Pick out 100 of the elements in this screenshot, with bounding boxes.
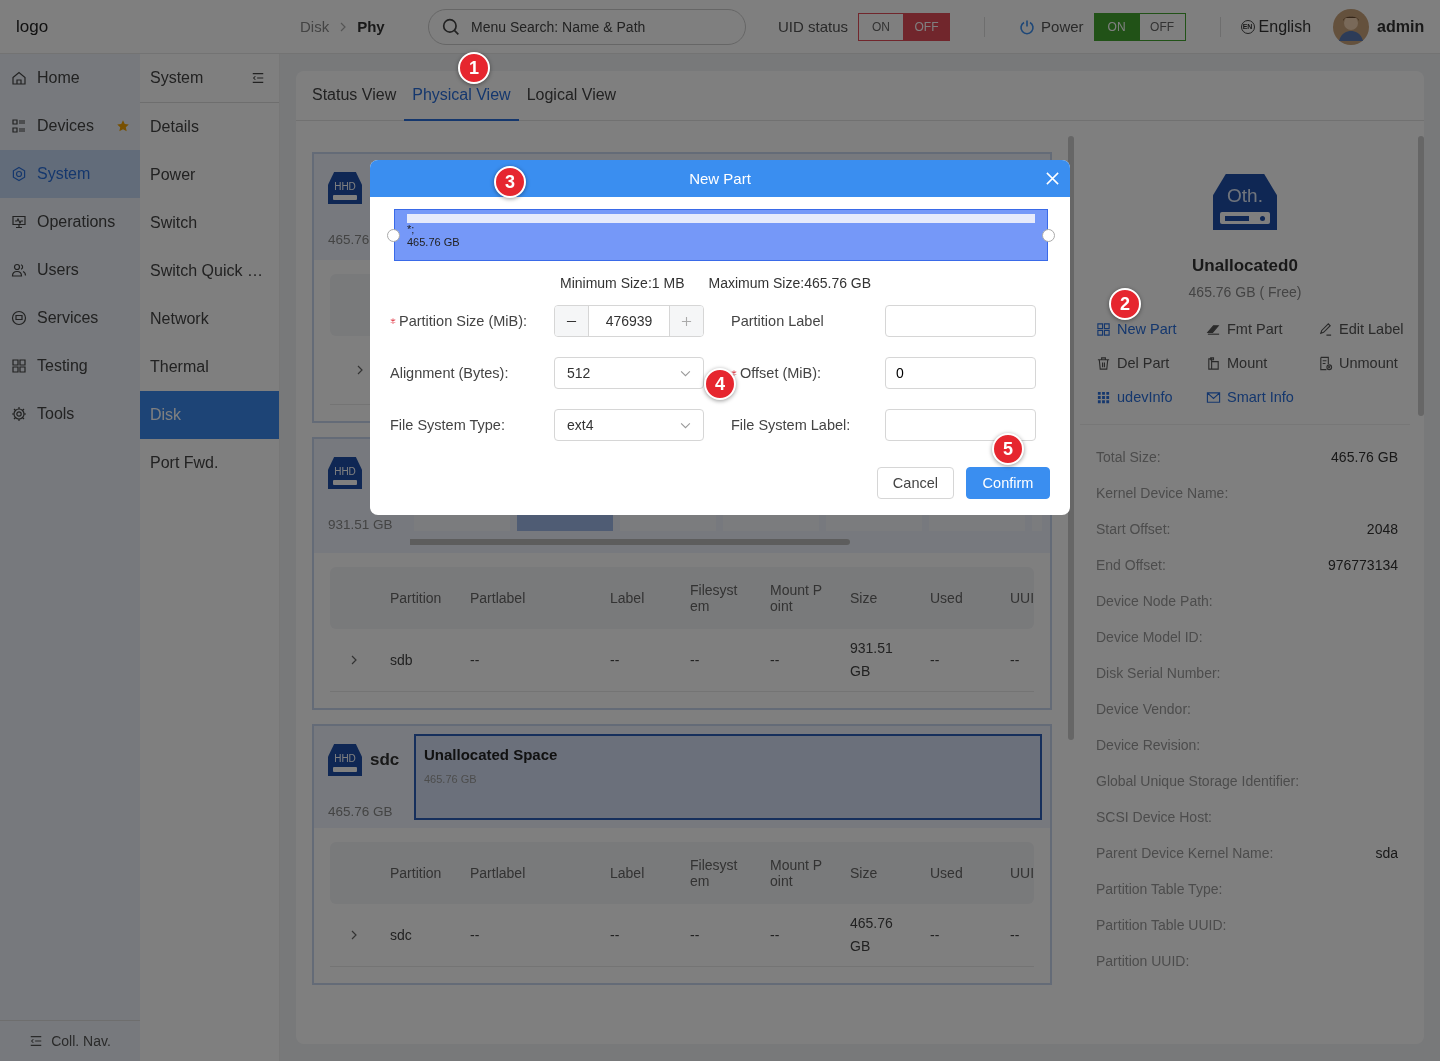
space-title: Unallocated Space bbox=[424, 746, 559, 763]
clipboard-icon bbox=[1206, 355, 1221, 371]
nav-item[interactable]: Services bbox=[0, 294, 140, 342]
monitor-icon bbox=[11, 214, 27, 230]
expand-icon[interactable] bbox=[356, 364, 364, 376]
column-header: Used bbox=[930, 865, 964, 881]
subnav-item[interactable]: Thermal bbox=[140, 343, 279, 391]
input-field[interactable]: 0 bbox=[885, 357, 1036, 389]
nav-item[interactable]: Devices bbox=[0, 102, 140, 150]
menu-icon[interactable] bbox=[251, 71, 265, 85]
select-field[interactable]: ext4 bbox=[554, 409, 704, 441]
column-header: Label bbox=[610, 590, 646, 606]
disk-size: 465.76 GB bbox=[328, 804, 393, 819]
toggle-option[interactable]: OFF bbox=[1139, 12, 1186, 41]
field-label: Partition Size (MiB): bbox=[399, 313, 528, 329]
subnav-item[interactable]: Disk bbox=[140, 391, 279, 439]
document-x-icon bbox=[1318, 355, 1333, 371]
range-mark: *; bbox=[407, 223, 416, 236]
disk-size: 465.76 bbox=[328, 232, 370, 247]
nav-item[interactable]: Users bbox=[0, 246, 140, 294]
partition-size: 465.76 GB ( Free) bbox=[1188, 284, 1302, 300]
input-field[interactable] bbox=[885, 409, 1036, 441]
nav-item[interactable]: Testing bbox=[0, 342, 140, 390]
plus-icon bbox=[681, 315, 692, 327]
hard-drive-icon: HHD bbox=[328, 172, 362, 204]
subnav-item[interactable]: Switch Quick … bbox=[140, 247, 279, 295]
action-link[interactable]: udevInfo bbox=[1096, 386, 1206, 408]
scrollbar-thumb[interactable] bbox=[410, 539, 850, 545]
user-name[interactable]: admin bbox=[1377, 17, 1425, 36]
nav-item[interactable]: System bbox=[0, 150, 140, 198]
nav-item[interactable]: Operations bbox=[0, 198, 140, 246]
toggle-label: Power bbox=[1041, 18, 1084, 35]
column-header: Partition bbox=[390, 590, 443, 606]
chevron-down-icon bbox=[680, 421, 691, 429]
hard-drive-icon: HHD bbox=[328, 744, 362, 776]
confirm-button[interactable]: Confirm bbox=[966, 467, 1050, 499]
input-field[interactable] bbox=[885, 305, 1036, 337]
column-header: UUI bbox=[1010, 590, 1035, 606]
subnav-item[interactable]: Port Fwd. bbox=[140, 439, 279, 487]
column-header: UUI bbox=[1010, 865, 1035, 881]
column-header: Filesystem bbox=[690, 582, 739, 614]
table-cell-text: -- bbox=[470, 650, 481, 670]
field-value: sda bbox=[1375, 845, 1398, 861]
subnav-title: System bbox=[150, 69, 204, 87]
table-cell-text: -- bbox=[930, 925, 941, 945]
field-value: 465.76 GB bbox=[1331, 449, 1398, 465]
toggle-label: UID status bbox=[778, 18, 849, 35]
maximum-size: Maximum Size:465.76 GB bbox=[708, 275, 872, 291]
search-field[interactable]: Menu Search: Name & Path bbox=[428, 8, 746, 45]
range-size: 465.76 GB bbox=[407, 236, 461, 249]
table-cell-text: -- bbox=[610, 650, 621, 670]
power-icon bbox=[1019, 18, 1036, 35]
column-header: Mount Point bbox=[770, 857, 824, 889]
action-link[interactable]: Smart Info bbox=[1206, 386, 1318, 408]
chevron-down-icon bbox=[680, 369, 691, 377]
toggle-option[interactable]: ON bbox=[1093, 12, 1140, 41]
language-selector[interactable]: English bbox=[1258, 17, 1312, 36]
subnav-item[interactable]: Network bbox=[140, 295, 279, 343]
subnav-item[interactable]: Switch bbox=[140, 199, 279, 247]
action-link[interactable]: New Part bbox=[1096, 318, 1206, 340]
select-field[interactable]: 512 bbox=[554, 357, 704, 389]
field-label: Offset (MiB): bbox=[740, 365, 822, 381]
subnav-item[interactable]: Details bbox=[140, 103, 279, 151]
tab[interactable]: Logical View bbox=[518, 71, 625, 121]
scrollbar-thumb[interactable] bbox=[1418, 136, 1424, 416]
close-icon[interactable] bbox=[1045, 171, 1060, 186]
table-cell-text: -- bbox=[470, 925, 481, 945]
expand-icon[interactable] bbox=[350, 654, 358, 666]
column-header: Used bbox=[930, 590, 964, 606]
column-header: Label bbox=[610, 865, 646, 881]
column-header: Size bbox=[850, 865, 879, 881]
broken-logo: logo bbox=[16, 16, 50, 37]
nav-item[interactable]: Home bbox=[0, 54, 140, 102]
table-cell-text: sdc bbox=[390, 925, 413, 945]
table-cell-text: -- bbox=[610, 925, 621, 945]
table-cell-text: -- bbox=[1010, 925, 1021, 945]
disk-name: sdc bbox=[370, 750, 400, 770]
toggle-option[interactable]: OFF bbox=[904, 12, 951, 41]
column-header: Filesystem bbox=[690, 857, 739, 889]
column-header: Partition bbox=[390, 865, 443, 881]
list-icon bbox=[11, 118, 27, 134]
table-cell-text: -- bbox=[770, 650, 781, 670]
nav-item[interactable]: Tools bbox=[0, 390, 140, 438]
envelope-icon bbox=[1206, 389, 1221, 405]
breadcrumb-link[interactable]: Disk bbox=[300, 18, 330, 35]
toggle-option[interactable]: ON bbox=[858, 12, 905, 41]
subnav-item[interactable]: Power bbox=[140, 151, 279, 199]
grid-icon bbox=[1096, 389, 1111, 405]
field-label: File System Type: bbox=[390, 417, 505, 433]
avatar[interactable] bbox=[1333, 8, 1370, 45]
expand-icon[interactable] bbox=[350, 929, 358, 941]
settings-icon bbox=[11, 406, 27, 422]
column-header: Mount Point bbox=[770, 582, 824, 614]
column-header: Partlabel bbox=[470, 865, 527, 881]
cancel-button[interactable]: Cancel bbox=[876, 467, 954, 499]
disk-size: 931.51 GB bbox=[328, 517, 393, 532]
tab[interactable]: Status View bbox=[304, 71, 405, 121]
size-range-bar[interactable]: *; 465.76 GB bbox=[394, 209, 1048, 261]
field-value: 2048 bbox=[1366, 521, 1398, 537]
minimum-size: Minimum Size:1 MB bbox=[560, 275, 685, 291]
